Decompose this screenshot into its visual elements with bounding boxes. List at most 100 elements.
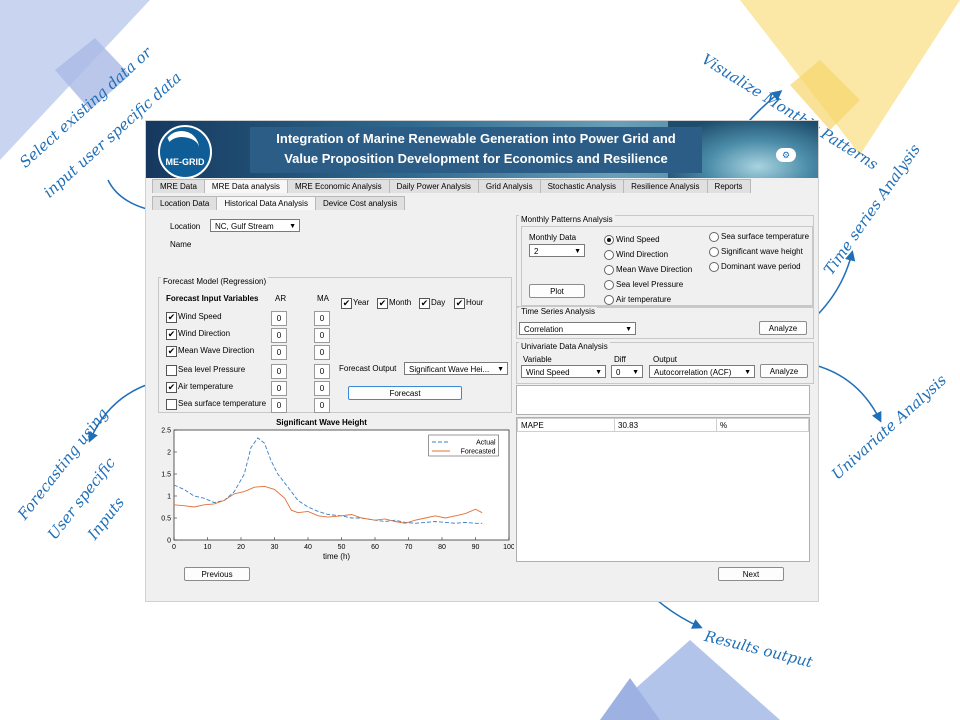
univariate-title: Univariate Data Analysis [519,342,610,351]
x-tick-label: 20 [237,544,245,551]
diff-dropdown[interactable]: 0 [611,365,643,378]
main-tab[interactable]: MRE Data analysis [203,179,288,193]
sub-tab[interactable]: Historical Data Analysis [216,196,316,210]
variable-label: Variable [523,355,552,364]
chart-area: Significant Wave Height 0 10 20 30 40 50 60 70 80… [152,415,514,583]
chart-title: Significant Wave Height [276,418,367,427]
location-dropdown[interactable]: NC, Gulf Stream [210,219,300,232]
legend-label: Actual [476,440,496,447]
ar-input[interactable]: 0 [271,311,287,326]
main-tab[interactable]: MRE Economic Analysis [286,179,390,193]
variable-checkbox[interactable]: ✔ [166,382,177,393]
radio-button[interactable] [604,265,614,275]
variable-checkbox[interactable] [166,365,177,376]
ma-input[interactable]: 0 [314,328,330,343]
banner-title-line2: Value Proposition Development for Econom… [284,151,668,166]
variable-checkbox[interactable]: ✔ [166,312,177,323]
variable-label: Sea level Pressure [178,365,246,374]
forecast-button[interactable]: Forecast [348,386,462,400]
forecast-panel-title: Forecast Model (Regression) [161,277,269,286]
monthly-data-label: Monthly Data [529,233,577,242]
variable-checkbox[interactable]: ✔ [166,329,177,340]
main-tab[interactable]: Grid Analysis [477,179,541,193]
variable-label: Sea surface temperature [178,399,267,408]
forecast-vars-header: Forecast Input Variables [166,294,259,303]
radio-label: Air temperature [616,295,672,304]
ar-input[interactable]: 0 [271,381,287,396]
sub-tab[interactable]: Location Data [152,196,218,210]
time-checkbox-label: Month [389,298,412,307]
main-tab[interactable]: Reports [706,179,751,193]
diff-label: Diff [614,355,626,364]
ma-input[interactable]: 0 [314,398,330,413]
banner-title-line1: Integration of Marine Renewable Generati… [276,131,676,146]
radio-button[interactable] [604,235,614,245]
y-tick-label: 1.5 [161,472,171,479]
ma-input[interactable]: 0 [314,381,330,396]
plot-button[interactable]: Plot [529,284,585,298]
location-label: Location [170,222,201,231]
results-row: MAPE 30.83 % [517,418,809,432]
radio-label: Wind Speed [616,235,660,244]
wave-height-chart: Significant Wave Height0 10 20 30 40 50 60 70 80… [161,418,514,561]
radio-label: Mean Wave Direction [616,265,693,274]
univariate-analyze-button[interactable]: Analyze [760,364,808,378]
output-dropdown[interactable]: Autocorrelation (ACF) [649,365,755,378]
time-checkbox[interactable]: ✔ [454,298,465,309]
x-axis-label: time (h) [323,552,350,561]
radio-button[interactable] [709,247,719,257]
time-checkbox[interactable]: ✔ [377,298,388,309]
main-tab[interactable]: MRE Data [152,179,205,193]
results-metric: MAPE [517,418,615,432]
radio-label: Sea surface temperature [721,232,810,241]
x-tick-label: 90 [472,544,480,551]
banner-title: Integration of Marine Renewable Generati… [250,127,702,173]
variable-label: Mean Wave Direction [178,346,255,355]
radio-button[interactable] [604,280,614,290]
time-checkbox-label: Day [431,298,446,307]
variable-dropdown[interactable]: Wind Speed [521,365,606,378]
radio-label: Wind Direction [616,250,669,259]
ar-input[interactable]: 0 [271,364,287,379]
time-series-panel: Time Series Analysis Correlation Analyze [516,307,814,339]
main-tab[interactable]: Stochastic Analysis [539,179,625,193]
variable-checkbox[interactable] [166,399,177,410]
x-tick-label: 60 [371,544,379,551]
ma-input[interactable]: 0 [314,345,330,360]
radio-button[interactable] [604,295,614,305]
next-button[interactable]: Next [718,567,784,581]
ar-input[interactable]: 0 [271,345,287,360]
time-series-analyze-button[interactable]: Analyze [759,321,807,335]
monthly-data-dropdown[interactable]: 2 [529,244,585,257]
ma-input[interactable]: 0 [314,364,330,379]
time-checkbox[interactable]: ✔ [419,298,430,309]
previous-button[interactable]: Previous [184,567,250,581]
radio-button[interactable] [709,232,719,242]
monthly-panel: Monthly Patterns Analysis Monthly Data 2… [516,215,814,307]
time-checkbox[interactable]: ✔ [341,298,352,309]
x-tick-label: 40 [304,544,312,551]
app-window: ME-GRID Integration of Marine Renewable … [145,120,819,602]
sub-tab[interactable]: Device Cost analysis [314,196,406,210]
variable-label: Wind Speed [178,312,222,321]
x-tick-label: 10 [204,544,212,551]
ar-input[interactable]: 0 [271,398,287,413]
x-tick-label: 100 [503,544,514,551]
cloud-settings-icon[interactable]: ⚙ [776,148,796,162]
main-tab[interactable]: Resilience Analysis [623,179,708,193]
variable-checkbox[interactable]: ✔ [166,346,177,357]
forecast-output-dropdown[interactable]: Significant Wave Hei... [404,362,508,375]
variable-label: Air temperature [178,382,234,391]
radio-label: Dominant wave period [721,262,801,271]
time-series-dropdown[interactable]: Correlation [519,322,636,335]
ar-input[interactable]: 0 [271,328,287,343]
time-series-title: Time Series Analysis [519,307,597,316]
main-tab[interactable]: Daily Power Analysis [388,179,479,193]
name-label: Name [170,240,192,249]
ma-input[interactable]: 0 [314,311,330,326]
forecast-panel: Forecast Model (Regression) Forecast Inp… [158,277,512,413]
main-tabs: MRE Data MRE Data analysis MRE Economic An… [152,179,751,193]
radio-button[interactable] [709,262,719,272]
radio-button[interactable] [604,250,614,260]
univariate-panel: Univariate Data Analysis Variable Wind S… [516,342,814,384]
